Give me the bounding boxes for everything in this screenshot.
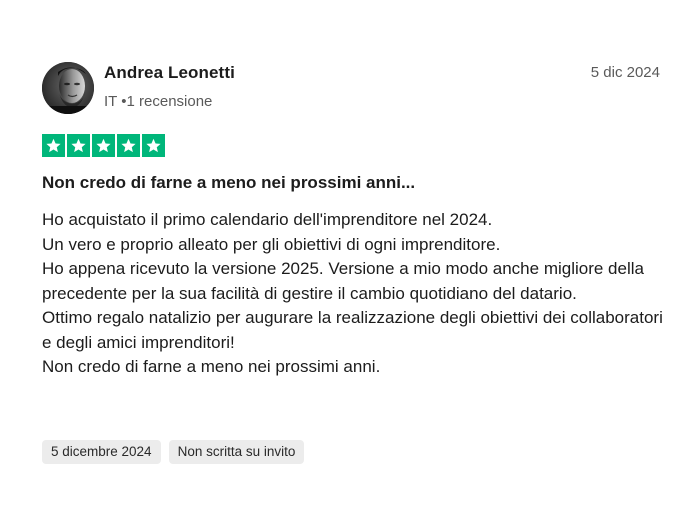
invite-status-badge: Non scritta su invito — [168, 440, 305, 464]
review-title: Non credo di farne a meno nei prossimi a… — [42, 173, 416, 192]
star-icon — [142, 134, 165, 157]
star-rating — [42, 134, 165, 157]
review-paragraph: Ho appena ricevuto la versione 2025. Ver… — [42, 259, 644, 303]
reviewer-meta: IT •1 recensione — [104, 93, 212, 110]
review-paragraph: Ho acquistato il primo calendario dell'i… — [42, 210, 493, 229]
avatar[interactable] — [42, 62, 94, 114]
review-date: 5 dic 2024 — [590, 64, 660, 81]
review-paragraph: Ottimo regalo natalizio per augurare la … — [42, 308, 663, 352]
review-tags: 5 dicembre 2024 Non scritta su invito — [42, 440, 305, 464]
star-icon — [42, 134, 65, 157]
reviewer-review-count: 1 recensione — [126, 93, 213, 110]
review-paragraph: Un vero e proprio alleato per gli obiett… — [42, 234, 501, 254]
review-body: Ho acquistato il primo calendario dell'i… — [42, 208, 672, 380]
reviewer-name[interactable]: Andrea Leonetti — [104, 63, 235, 83]
experience-date-badge: 5 dicembre 2024 — [42, 440, 161, 464]
avatar-photo — [42, 62, 94, 114]
star-icon — [117, 134, 140, 157]
review-paragraph: Non credo di farne a meno nei prossimi a… — [42, 357, 381, 376]
reviewer-country: IT — [104, 93, 118, 110]
star-icon — [92, 134, 115, 157]
review-card: Andrea Leonetti IT •1 recensione 5 dic 2… — [0, 0, 700, 529]
star-icon — [67, 134, 90, 157]
